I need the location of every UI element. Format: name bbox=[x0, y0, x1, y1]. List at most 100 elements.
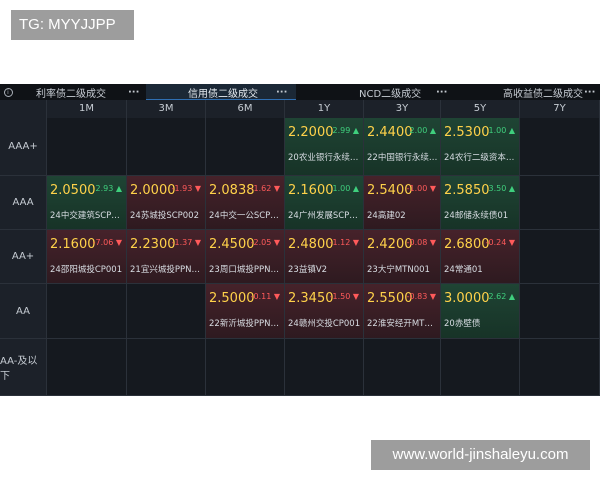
matrix-cell: 2.4400 2.00 ▲ 22中国银行永续债... bbox=[364, 118, 441, 176]
bond-quote-card[interactable]: 3.0000 2.62 ▲ 20赤壁债 bbox=[441, 284, 519, 338]
bond-name: 24苏城投SCP002 bbox=[130, 211, 199, 221]
bond-name: 24邵阳城投CP001 bbox=[50, 265, 123, 275]
change-value: -1.00 ▼ bbox=[406, 184, 436, 193]
bond-name: 23益镇V2 bbox=[288, 265, 328, 275]
column-header: 1M bbox=[47, 100, 127, 118]
matrix-cell: 2.5000 -0.11 ▼ 22新沂城投PPN001 bbox=[206, 284, 285, 339]
bond-name: 24常通01 bbox=[444, 265, 483, 275]
row-header: AA bbox=[0, 284, 47, 339]
matrix-cell bbox=[520, 230, 600, 284]
column-header: 1Y bbox=[285, 100, 364, 118]
watermark-bottom: www.world-jinshaleyu.com bbox=[371, 440, 590, 470]
tab-label: 高收益债二级成交 bbox=[503, 88, 583, 100]
change-value: -0.11 ▼ bbox=[250, 292, 280, 301]
matrix-cell bbox=[127, 339, 206, 396]
matrix-cell: 2.0838 -1.62 ▼ 24中交一公SCP00... bbox=[206, 176, 285, 230]
tab-credit-bond[interactable]: 信用债二级成交 ··· bbox=[146, 84, 296, 100]
bond-quote-card[interactable]: 2.2300 -1.37 ▼ 21宜兴城投PPN003 bbox=[127, 230, 205, 283]
bond-quote-card[interactable]: 2.0838 -1.62 ▼ 24中交一公SCP00... bbox=[206, 176, 284, 229]
yield-value: 2.0000 bbox=[130, 183, 176, 198]
info-icon[interactable]: i bbox=[0, 84, 16, 100]
bond-name: 24赣州交投CP001 bbox=[288, 319, 361, 329]
yield-value: 2.0838 bbox=[209, 183, 255, 198]
bond-quote-card[interactable]: 2.5850 3.50 ▲ 24邮储永续债01 bbox=[441, 176, 519, 229]
tab-ncd[interactable]: NCD二级成交 ··· bbox=[296, 84, 451, 100]
yield-value: 2.6800 bbox=[444, 237, 490, 252]
bond-name: 22新沂城投PPN001 bbox=[209, 319, 282, 329]
bond-quote-card[interactable]: 2.4400 2.00 ▲ 22中国银行永续债... bbox=[364, 118, 440, 175]
column-header: 7Y bbox=[520, 100, 600, 118]
matrix-cell: 2.1600 -7.06 ▼ 24邵阳城投CP001 bbox=[47, 230, 127, 284]
bond-name: 24广州发展SCP001 bbox=[288, 211, 361, 221]
bond-quote-card[interactable]: 2.5400 -1.00 ▼ 24高建02 bbox=[364, 176, 440, 229]
matrix-cell bbox=[520, 339, 600, 396]
bond-quote-card[interactable]: 2.0000 -1.93 ▼ 24苏城投SCP002 bbox=[127, 176, 205, 229]
change-value: -1.93 ▼ bbox=[171, 184, 201, 193]
matrix-cell bbox=[206, 118, 285, 176]
bond-quote-card[interactable]: 2.4500 -2.05 ▼ 23周口城投PPN002 bbox=[206, 230, 284, 283]
bond-quote-card[interactable]: 2.4200 -0.08 ▼ 23大宁MTN001 bbox=[364, 230, 440, 283]
column-header: 3M bbox=[127, 100, 206, 118]
bond-quote-card[interactable]: 2.1600 -7.06 ▼ 24邵阳城投CP001 bbox=[47, 230, 126, 283]
tab-rate-bond[interactable]: 利率债二级成交 ··· bbox=[16, 84, 146, 100]
more-icon[interactable]: ··· bbox=[584, 87, 595, 98]
yield-value: 2.1600 bbox=[288, 183, 334, 198]
yield-value: 2.0500 bbox=[50, 183, 96, 198]
bond-quote-card[interactable]: 2.2000 2.99 ▲ 20农业银行永续债... bbox=[285, 118, 363, 175]
matrix-cell: 2.5850 3.50 ▲ 24邮储永续债01 bbox=[441, 176, 520, 230]
matrix-cell: 2.4800 -1.12 ▼ 23益镇V2 bbox=[285, 230, 364, 284]
matrix-cell bbox=[127, 118, 206, 176]
tab-label: NCD二级成交 bbox=[359, 88, 422, 100]
matrix-cell bbox=[520, 284, 600, 339]
bond-quote-card[interactable]: 2.4800 -1.12 ▼ 23益镇V2 bbox=[285, 230, 363, 283]
matrix-cell bbox=[441, 339, 520, 396]
matrix-cell bbox=[47, 284, 127, 339]
bond-quote-card[interactable]: 2.0500 2.93 ▲ 24中交建筑SCP00... bbox=[47, 176, 126, 229]
watermark-top: TG: MYYJJPP bbox=[11, 10, 134, 40]
matrix-cell bbox=[127, 284, 206, 339]
bond-quote-card[interactable]: 2.6800 -0.24 ▼ 24常通01 bbox=[441, 230, 519, 283]
matrix-cell bbox=[520, 118, 600, 176]
yield-value: 2.2000 bbox=[288, 125, 334, 140]
more-icon[interactable]: ··· bbox=[276, 87, 287, 98]
more-icon[interactable]: ··· bbox=[436, 87, 447, 98]
bond-quote-card[interactable]: 2.3450 -1.50 ▼ 24赣州交投CP001 bbox=[285, 284, 363, 338]
bond-name: 20赤壁债 bbox=[444, 319, 481, 329]
change-value: 2.93 ▲ bbox=[95, 184, 122, 193]
bond-name: 24邮储永续债01 bbox=[444, 211, 509, 221]
bond-quote-card[interactable]: 2.5300 1.00 ▲ 24农行二级资本债... bbox=[441, 118, 519, 175]
matrix-cell: 2.5300 1.00 ▲ 24农行二级资本债... bbox=[441, 118, 520, 176]
yield-value: 2.1600 bbox=[50, 237, 96, 252]
yield-value: 2.5000 bbox=[209, 291, 255, 306]
bond-name: 20农业银行永续债... bbox=[288, 153, 361, 163]
bond-name: 22淮安经开MTN0... bbox=[367, 319, 438, 329]
bond-name: 24农行二级资本债... bbox=[444, 153, 517, 163]
yield-value: 2.5850 bbox=[444, 183, 490, 198]
yield-value: 2.2300 bbox=[130, 237, 176, 252]
bond-quote-card[interactable]: 2.5000 -0.11 ▼ 22新沂城投PPN001 bbox=[206, 284, 284, 338]
matrix-cell bbox=[47, 339, 127, 396]
row-header: AAA bbox=[0, 176, 47, 230]
change-value: 2.99 ▲ bbox=[332, 126, 359, 135]
change-value: -0.83 ▼ bbox=[406, 292, 436, 301]
change-value: -1.37 ▼ bbox=[171, 238, 201, 247]
bond-quote-card[interactable]: 2.1600 1.00 ▲ 24广州发展SCP001 bbox=[285, 176, 363, 229]
row-header: AAA+ bbox=[0, 118, 47, 176]
tab-label: 利率债二级成交 bbox=[36, 88, 106, 100]
change-value: -1.62 ▼ bbox=[250, 184, 280, 193]
yield-value: 2.3450 bbox=[288, 291, 334, 306]
tab-high-yield[interactable]: 高收益债二级成交 ··· bbox=[451, 84, 600, 100]
change-value: 2.00 ▲ bbox=[409, 126, 436, 135]
bond-quote-card[interactable]: 2.5500 -0.83 ▼ 22淮安经开MTN0... bbox=[364, 284, 440, 338]
change-value: -2.05 ▼ bbox=[250, 238, 280, 247]
matrix-cell: 2.2300 -1.37 ▼ 21宜兴城投PPN003 bbox=[127, 230, 206, 284]
change-value: -0.24 ▼ bbox=[485, 238, 515, 247]
change-value: 3.50 ▲ bbox=[488, 184, 515, 193]
credit-bond-trade-panel: i 利率债二级成交 ··· 信用债二级成交 ··· NCD二级成交 ··· 高收… bbox=[0, 84, 600, 396]
more-icon[interactable]: ··· bbox=[128, 87, 139, 98]
matrix-cell: 2.6800 -0.24 ▼ 24常通01 bbox=[441, 230, 520, 284]
matrix-cell bbox=[285, 339, 364, 396]
change-value: 2.62 ▲ bbox=[488, 292, 515, 301]
yield-value: 3.0000 bbox=[444, 291, 490, 306]
matrix-cell bbox=[364, 339, 441, 396]
